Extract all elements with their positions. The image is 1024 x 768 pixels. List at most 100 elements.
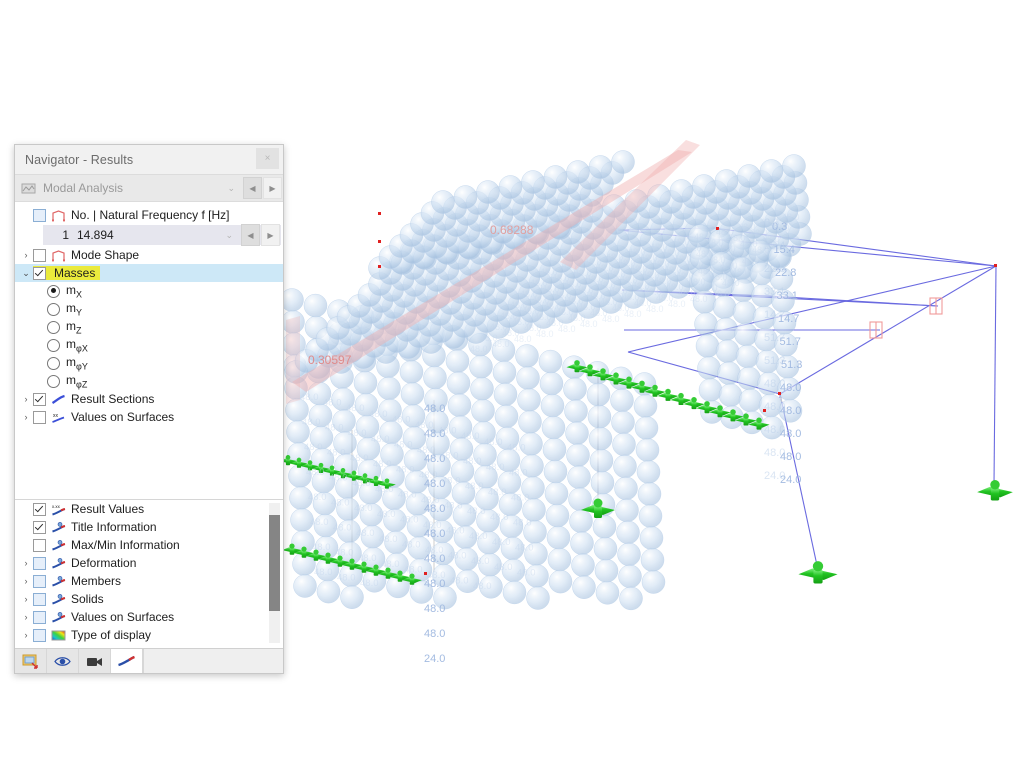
result-value-label: 48.0 xyxy=(438,426,457,437)
chevron-down-icon[interactable]: ⌄ xyxy=(227,183,243,194)
result-value-label: 48.0 xyxy=(463,456,482,467)
tab-video[interactable] xyxy=(79,649,111,673)
tab-export-image[interactable] xyxy=(15,649,47,673)
mass-option-mZ[interactable]: mZ xyxy=(15,318,283,336)
frequency-chevron-down-icon[interactable]: ⌄ xyxy=(225,230,241,241)
display-item-type-of-display[interactable]: › Type of display xyxy=(15,626,283,644)
svg-text:x.xx: x.xx xyxy=(52,504,61,509)
tree-item-result-sections[interactable]: › Result Sections xyxy=(15,390,283,408)
mass-option-radio[interactable] xyxy=(47,356,60,370)
mass-option-radio[interactable] xyxy=(47,338,60,352)
mass-component-options[interactable]: mX mY mZ mφX mφY mφZ xyxy=(15,282,283,390)
mass-option-mφX[interactable]: mφX xyxy=(15,336,283,354)
display-item-title-information[interactable]: Title Information xyxy=(15,518,283,536)
result-value-label: 48.0 xyxy=(442,476,461,487)
result-value-label: 48.0 xyxy=(423,520,442,531)
mass-option-radio[interactable] xyxy=(47,302,60,316)
chevron-right-icon[interactable]: › xyxy=(19,412,33,422)
chevron-down-icon[interactable]: ⌄ xyxy=(19,268,33,279)
analysis-type-selector[interactable]: Modal Analysis ⌄ ◀ ▶ xyxy=(15,175,283,202)
display-item-checkbox[interactable] xyxy=(33,592,46,606)
display-item-solids[interactable]: › Solids xyxy=(15,590,283,608)
section-value-label: 0.68288 xyxy=(490,223,534,237)
result-value-label: 48.0 xyxy=(421,495,440,506)
natural-frequency-checkbox[interactable] xyxy=(33,208,46,222)
mass-option-label: mX xyxy=(66,282,83,300)
mass-option-mY[interactable]: mY xyxy=(15,300,283,318)
frequency-prev-button[interactable]: ◀ xyxy=(241,224,260,246)
display-item-checkbox[interactable] xyxy=(33,538,46,552)
result-sections-checkbox[interactable] xyxy=(33,392,46,406)
display-options-list[interactable]: x.xx Result Values Title Information Max/Mi… xyxy=(15,500,283,648)
frequency-next-button[interactable]: ▶ xyxy=(261,224,280,246)
chevron-right-icon[interactable]: › xyxy=(19,558,33,568)
display-item-deformation[interactable]: › Deformation xyxy=(15,554,283,572)
display-item-checkbox[interactable] xyxy=(33,502,46,516)
scrollbar-thumb[interactable] xyxy=(269,515,280,611)
display-item-values-on-surfaces[interactable]: › Values on Surfaces xyxy=(15,608,283,626)
result-value-label: 48.0 xyxy=(333,523,352,534)
tree-item-mode-shape[interactable]: › Mode Shape xyxy=(15,246,283,264)
result-value-label: 48.0 xyxy=(465,481,484,492)
display-list-scrollbar[interactable] xyxy=(269,503,280,643)
export-image-icon xyxy=(22,654,38,669)
display-item-label: Deformation xyxy=(71,556,137,570)
chevron-right-icon[interactable]: › xyxy=(19,250,33,260)
result-sections-label: Result Sections xyxy=(71,392,155,406)
tab-results[interactable] xyxy=(111,649,143,673)
analysis-next-button[interactable]: ▶ xyxy=(263,177,282,199)
tree-item-masses[interactable]: ⌄ Masses xyxy=(15,264,283,282)
navigator-results-panel[interactable]: Navigator - Results × Modal Analysis ⌄ ◀… xyxy=(14,144,284,674)
chevron-right-icon[interactable]: › xyxy=(19,576,33,586)
tab-visibility[interactable] xyxy=(47,649,79,673)
mode-shape-checkbox[interactable] xyxy=(33,248,46,262)
result-value-label: 48.0 xyxy=(323,398,342,409)
values-on-surfaces-checkbox[interactable] xyxy=(33,410,46,424)
chevron-right-icon[interactable]: › xyxy=(19,594,33,604)
results-tree[interactable]: No. | Natural Frequency f [Hz] 1 14.894 … xyxy=(15,202,283,500)
result-value-label: 48.0 xyxy=(327,448,346,459)
mass-option-mφZ[interactable]: mφZ xyxy=(15,372,283,390)
chevron-right-icon[interactable]: › xyxy=(19,612,33,622)
masses-label: Masses xyxy=(54,266,96,280)
result-value-label: 48.0 xyxy=(490,322,508,332)
mass-option-radio[interactable] xyxy=(47,284,60,298)
result-value-label: 48.0 xyxy=(760,217,778,227)
masses-checkbox[interactable] xyxy=(33,266,46,280)
chevron-right-icon[interactable]: › xyxy=(19,630,33,640)
result-value-label: 48.0 xyxy=(469,531,488,542)
result-value-label: 51.7 xyxy=(764,332,785,344)
result-value-label: 48.0 xyxy=(510,300,528,310)
display-item-checkbox[interactable] xyxy=(33,520,46,534)
frequency-value-row[interactable]: 1 14.894 ⌄ ◀ ▶ xyxy=(43,224,281,246)
mass-option-mφY[interactable]: mφY xyxy=(15,354,283,372)
result-value-label: 48.0 xyxy=(444,501,463,512)
result-value-label: 33.1 xyxy=(764,286,785,298)
chevron-right-icon[interactable]: › xyxy=(19,394,33,404)
navigator-tabbar[interactable] xyxy=(15,648,283,673)
mass-option-radio[interactable] xyxy=(47,374,60,388)
result-value-label: 48.0 xyxy=(381,559,400,570)
display-item-checkbox[interactable] xyxy=(33,610,46,624)
display-item-checkbox[interactable] xyxy=(33,574,46,588)
close-icon[interactable]: × xyxy=(256,148,279,169)
display-item-checkbox[interactable] xyxy=(33,556,46,570)
display-item-members[interactable]: › Members xyxy=(15,572,283,590)
result-value-label: 48.0 xyxy=(517,567,536,578)
display-item-max-min-information[interactable]: Max/Min Information xyxy=(15,536,283,554)
display-item-result-values[interactable]: x.xx Result Values xyxy=(15,500,283,518)
svg-text:xx: xx xyxy=(53,413,59,419)
result-value-label: 48.0 xyxy=(300,392,319,403)
result-sections-icon xyxy=(51,394,65,404)
analysis-prev-button[interactable]: ◀ xyxy=(243,177,262,199)
mass-option-radio[interactable] xyxy=(47,320,60,334)
results-curve-icon xyxy=(118,655,135,666)
tree-item-natural-frequency[interactable]: No. | Natural Frequency f [Hz] xyxy=(15,206,283,224)
result-value-label: 48.0 xyxy=(488,487,507,498)
mass-option-mX[interactable]: mX xyxy=(15,282,283,300)
maxmin-icon xyxy=(52,539,66,550)
frame-icon xyxy=(52,249,65,261)
tree-item-values-on-surfaces[interactable]: › xx Values on Surfaces xyxy=(15,408,283,426)
display-item-label: Max/Min Information xyxy=(71,538,180,552)
display-item-checkbox[interactable] xyxy=(33,628,46,642)
